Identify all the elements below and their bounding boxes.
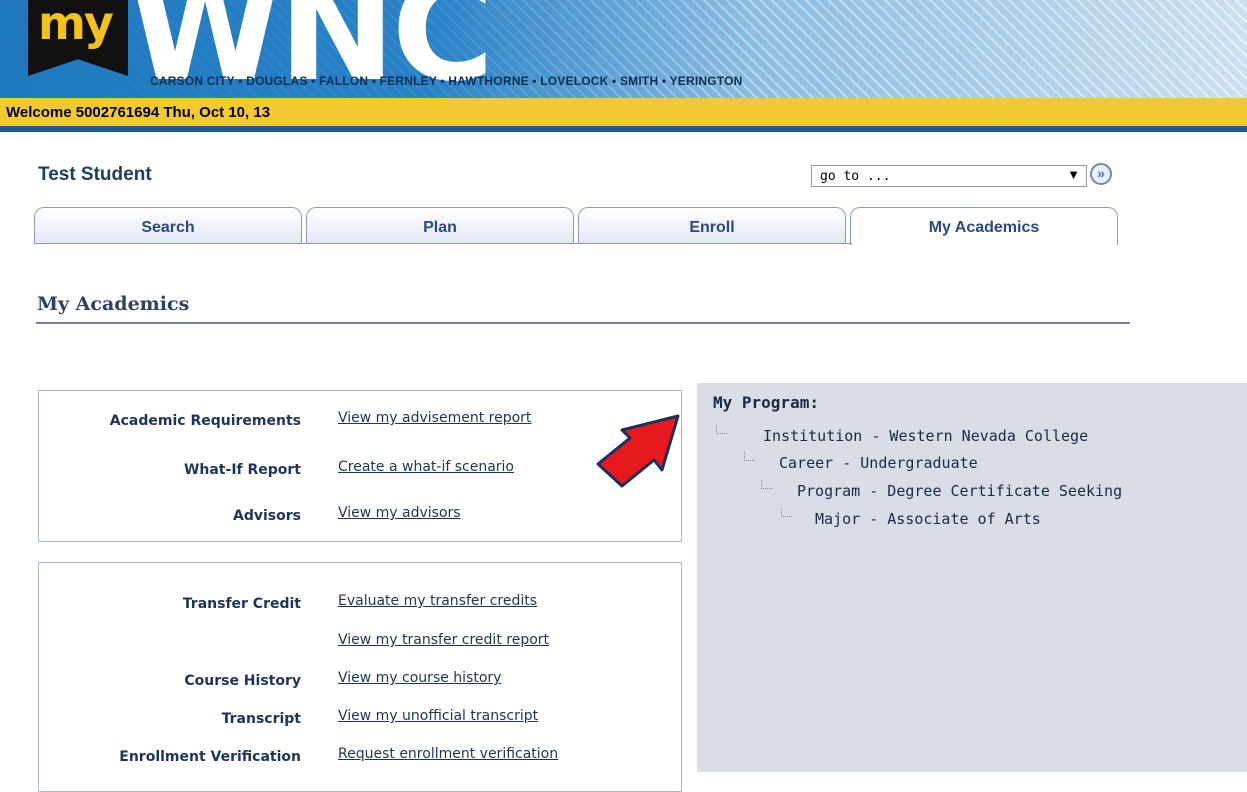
- welcome-bar: Welcome 5002761694 Thu, Oct 10, 13: [0, 98, 1247, 132]
- transcript-label: Transcript: [221, 711, 301, 727]
- chevron-down-icon: ▼: [1067, 167, 1080, 182]
- go-button[interactable]: »: [1090, 163, 1112, 185]
- advisement-report-link[interactable]: View my advisement report: [338, 410, 531, 426]
- requirements-row: Advisors View my advisors: [39, 505, 681, 528]
- course-history-label: Course History: [184, 673, 301, 689]
- records-row: Course History View my course history: [39, 670, 681, 693]
- tab-baseline: [34, 243, 852, 244]
- welcome-text: Welcome 5002761694 Thu, Oct 10, 13: [6, 104, 271, 121]
- tab-search[interactable]: Search: [34, 207, 302, 243]
- transfer-credit-label: Transfer Credit: [182, 596, 301, 612]
- requirements-box: Academic Requirements View my advisement…: [38, 390, 682, 542]
- requirements-row: Academic Requirements View my advisement…: [39, 410, 681, 433]
- goto-select[interactable]: go to ... ▼: [811, 165, 1087, 187]
- my-program-panel: My Program: Institution - Western Nevada…: [697, 383, 1247, 772]
- page-title: My Academics: [37, 293, 190, 315]
- header-banner: my WNC CARSON CITY • DOUGLAS • FALLON • …: [0, 0, 1247, 98]
- unofficial-transcript-link[interactable]: View my unofficial transcript: [338, 708, 538, 724]
- evaluate-transfer-credits-link[interactable]: Evaluate my transfer credits: [338, 593, 537, 609]
- tab-enroll[interactable]: Enroll: [578, 207, 846, 243]
- records-row: Enrollment Verification Request enrollme…: [39, 746, 681, 769]
- advisors-link[interactable]: View my advisors: [338, 505, 461, 521]
- requirements-row: What-If Report Create a what-if scenario: [39, 459, 681, 482]
- tree-item-program: Program - Degree Certificate Seeking: [797, 482, 1123, 500]
- transfer-credit-report-link[interactable]: View my transfer credit report: [338, 632, 549, 648]
- records-row: Transfer Credit Evaluate my transfer cre…: [39, 593, 681, 616]
- goto-value: go to ...: [820, 169, 891, 184]
- academic-requirements-label: Academic Requirements: [109, 413, 301, 429]
- tree-connector: [761, 480, 772, 489]
- records-row: View my transfer credit report: [39, 632, 681, 655]
- tree-item-major: Major - Associate of Arts: [815, 510, 1041, 528]
- logo-my-text: my: [38, 0, 114, 50]
- enrollment-verification-label: Enrollment Verification: [119, 749, 301, 765]
- campus-locations: CARSON CITY • DOUGLAS • FALLON • FERNLEY…: [150, 74, 743, 88]
- tree-item-institution: Institution - Western Nevada College: [763, 427, 1089, 445]
- what-if-scenario-link[interactable]: Create a what-if scenario: [338, 459, 514, 475]
- tab-my-academics[interactable]: My Academics: [850, 207, 1118, 245]
- what-if-report-label: What-If Report: [183, 462, 301, 478]
- tree-connector: [744, 452, 755, 461]
- tree-connector: [716, 425, 727, 434]
- title-divider: [36, 322, 1130, 324]
- student-name: Test Student: [38, 164, 152, 185]
- tree-connector: [781, 508, 792, 517]
- course-history-link[interactable]: View my course history: [338, 670, 501, 686]
- red-arrow-icon: [596, 414, 680, 488]
- enrollment-verification-link[interactable]: Request enrollment verification: [338, 746, 558, 762]
- records-row: Transcript View my unofficial transcript: [39, 708, 681, 731]
- my-program-title: My Program:: [713, 393, 819, 412]
- tab-plan[interactable]: Plan: [306, 207, 574, 243]
- records-box: Transfer Credit Evaluate my transfer cre…: [38, 562, 682, 792]
- advisors-label: Advisors: [233, 508, 301, 524]
- tree-item-career: Career - Undergraduate: [779, 454, 978, 472]
